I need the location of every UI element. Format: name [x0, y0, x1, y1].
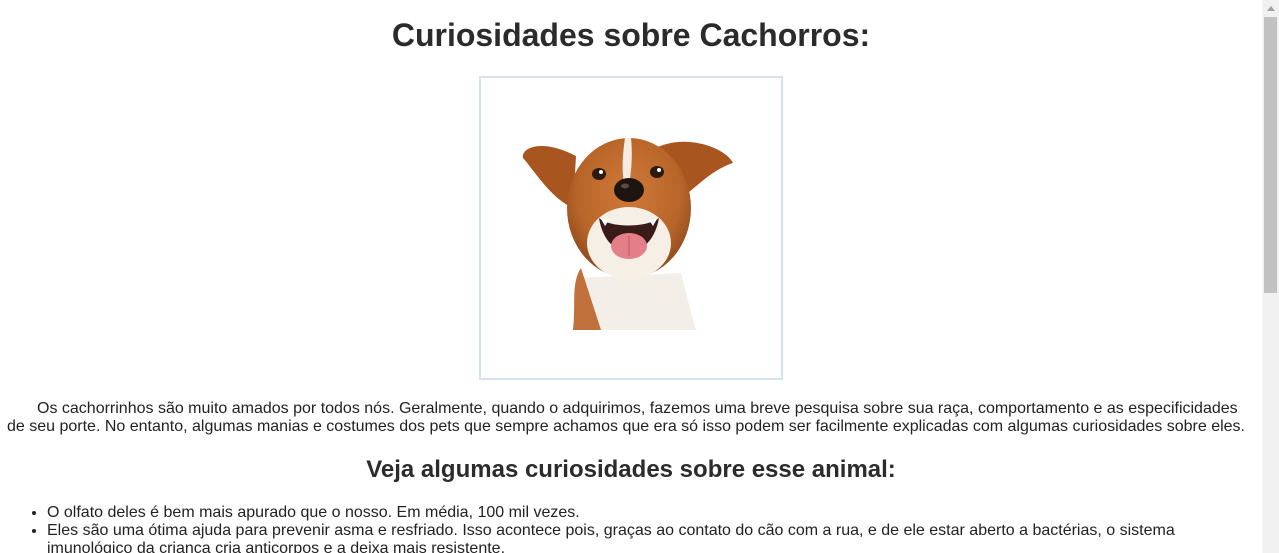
- list-item: Eles são uma ótima ajuda para prevenir a…: [47, 522, 1227, 553]
- page-content: Curiosidades sobre Cachorros: Os cachorr…: [0, 0, 1262, 553]
- scrollbar-thumb[interactable]: [1264, 17, 1277, 293]
- vertical-scrollbar[interactable]: [1262, 0, 1279, 553]
- list-item: O olfato deles é bem mais apurado que o …: [47, 504, 1227, 522]
- intro-paragraph: Os cachorrinhos são muito amados por tod…: [7, 400, 1245, 435]
- page-title: Curiosidades sobre Cachorros:: [391, 17, 871, 53]
- section-subtitle: Veja algumas curiosidades sobre esse ani…: [366, 456, 896, 483]
- dog-illustration: [481, 78, 781, 378]
- scroll-up-arrow-icon[interactable]: [1262, 0, 1279, 17]
- facts-list: O olfato deles é bem mais apurado que o …: [7, 504, 1227, 553]
- dog-photo: [479, 76, 783, 380]
